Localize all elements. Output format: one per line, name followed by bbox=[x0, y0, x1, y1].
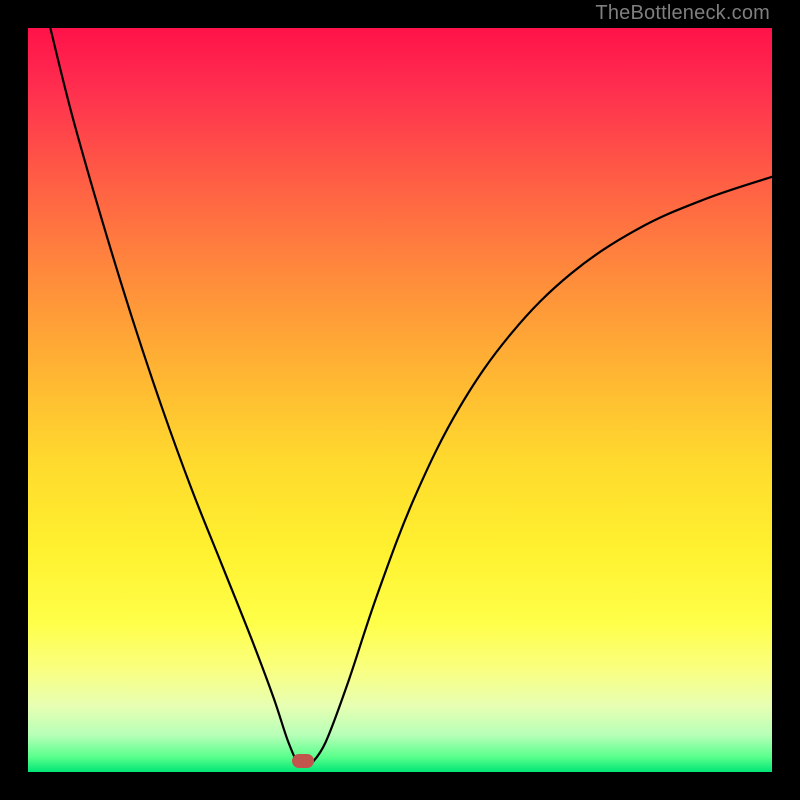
watermark-text: TheBottleneck.com bbox=[595, 2, 770, 25]
plot-area bbox=[28, 28, 772, 772]
bottleneck-curve bbox=[28, 28, 772, 772]
chart-frame: TheBottleneck.com bbox=[0, 0, 800, 800]
optimal-marker bbox=[292, 754, 314, 768]
